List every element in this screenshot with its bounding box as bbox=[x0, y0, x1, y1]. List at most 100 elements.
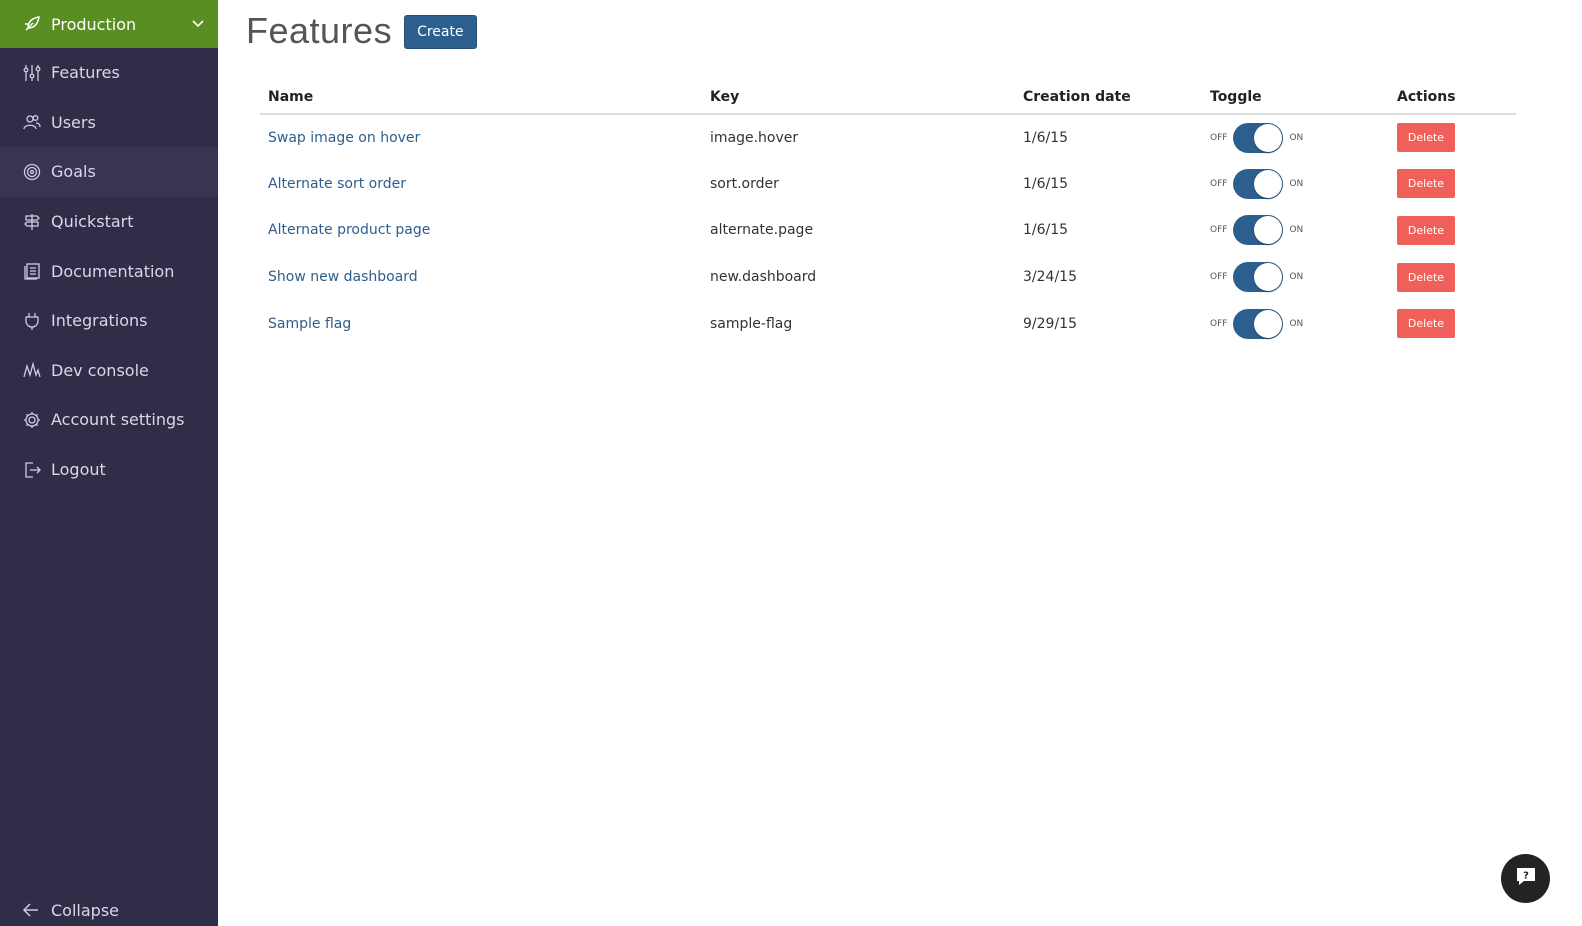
collapse-arrow-icon bbox=[22, 900, 42, 920]
toggle-on-label: ON bbox=[1289, 225, 1304, 236]
create-button[interactable]: Create bbox=[404, 15, 477, 49]
sidebar-item-integrations[interactable]: Integrations bbox=[0, 296, 218, 346]
sidebar-item-label: Quickstart bbox=[51, 212, 134, 232]
toggle-off-label: OFF bbox=[1210, 178, 1228, 189]
page-title: Features bbox=[246, 10, 393, 51]
toggle-switch[interactable] bbox=[1233, 122, 1284, 153]
feature-toggle: OFF ON bbox=[1210, 215, 1381, 246]
sidebar: Production Features Users Goals Quicksta… bbox=[0, 0, 218, 926]
feature-name-link[interactable]: Swap image on hover bbox=[268, 130, 420, 146]
delete-button[interactable]: Delete bbox=[1397, 123, 1455, 153]
delete-button[interactable]: Delete bbox=[1397, 309, 1455, 339]
svg-text:?: ? bbox=[1523, 870, 1529, 881]
column-header-actions: Actions bbox=[1389, 80, 1516, 115]
feather-icon bbox=[22, 14, 42, 34]
delete-button[interactable]: Delete bbox=[1397, 262, 1455, 292]
target-icon bbox=[22, 162, 42, 182]
column-header-creation-date: Creation date bbox=[1015, 80, 1202, 115]
feature-toggle: OFF ON bbox=[1210, 262, 1381, 293]
table-row: Sample flag sample-flag 9/29/15 OFF ON D… bbox=[260, 300, 1516, 347]
help-chat-button[interactable]: ? bbox=[1501, 854, 1550, 903]
toggle-knob bbox=[1254, 216, 1283, 245]
feature-creation-date: 1/6/15 bbox=[1023, 129, 1069, 146]
collapse-label: Collapse bbox=[51, 900, 119, 920]
sidebar-item-features[interactable]: Features bbox=[0, 48, 218, 98]
toggle-on-label: ON bbox=[1289, 318, 1304, 329]
sidebar-item-label: Logout bbox=[51, 460, 106, 480]
feature-creation-date: 1/6/15 bbox=[1023, 175, 1069, 192]
book-icon bbox=[22, 261, 42, 281]
users-icon bbox=[22, 112, 42, 132]
plug-icon bbox=[22, 311, 42, 331]
delete-button[interactable]: Delete bbox=[1397, 169, 1455, 199]
feature-name-link[interactable]: Alternate sort order bbox=[268, 176, 406, 192]
sidebar-item-label: Dev console bbox=[51, 360, 149, 380]
feature-toggle: OFF ON bbox=[1210, 122, 1381, 153]
sidebar-nav: Features Users Goals Quickstart Document… bbox=[0, 48, 218, 494]
environment-label: Production bbox=[51, 14, 137, 34]
feature-name-link[interactable]: Show new dashboard bbox=[268, 269, 418, 285]
column-header-toggle: Toggle bbox=[1202, 80, 1389, 115]
toggle-switch[interactable] bbox=[1233, 308, 1284, 339]
table-row: Show new dashboard new.dashboard 3/24/15… bbox=[260, 254, 1516, 301]
toggle-knob bbox=[1254, 123, 1283, 152]
toggle-off-label: OFF bbox=[1210, 132, 1228, 143]
feature-key: sort.order bbox=[710, 175, 779, 192]
toggle-knob bbox=[1254, 169, 1283, 198]
feature-name-link[interactable]: Sample flag bbox=[268, 316, 351, 332]
page-header: Features Create bbox=[246, 10, 477, 52]
feature-key: sample-flag bbox=[710, 315, 793, 332]
sidebar-item-label: Goals bbox=[51, 162, 96, 182]
sidebar-item-label: Account settings bbox=[51, 410, 185, 430]
toggle-off-label: OFF bbox=[1210, 225, 1228, 236]
signpost-icon bbox=[22, 212, 42, 232]
gear-icon bbox=[22, 410, 42, 430]
sidebar-item-label: Users bbox=[51, 112, 96, 132]
feature-key: new.dashboard bbox=[710, 269, 817, 286]
table-row: Alternate sort order sort.order 1/6/15 O… bbox=[260, 161, 1516, 208]
feature-toggle: OFF ON bbox=[1210, 308, 1381, 339]
sidebar-item-quickstart[interactable]: Quickstart bbox=[0, 197, 218, 247]
column-header-key: Key bbox=[702, 80, 1015, 115]
sidebar-item-label: Integrations bbox=[51, 311, 148, 331]
toggle-knob bbox=[1254, 309, 1283, 338]
feature-name-link[interactable]: Alternate product page bbox=[268, 222, 430, 238]
sidebar-item-label: Documentation bbox=[51, 261, 175, 281]
toggle-on-label: ON bbox=[1289, 132, 1304, 143]
environment-selector[interactable]: Production bbox=[0, 0, 218, 48]
feature-key: alternate.page bbox=[710, 222, 814, 239]
feature-creation-date: 9/29/15 bbox=[1023, 315, 1077, 332]
sidebar-item-documentation[interactable]: Documentation bbox=[0, 246, 218, 296]
sidebar-item-dev-console[interactable]: Dev console bbox=[0, 346, 218, 396]
main-content: Features Create Name Key Creation date T… bbox=[218, 0, 1582, 926]
toggle-off-label: OFF bbox=[1210, 272, 1228, 283]
sidebar-item-label: Features bbox=[51, 63, 120, 83]
toggle-on-label: ON bbox=[1289, 272, 1304, 283]
toggle-switch[interactable] bbox=[1233, 262, 1284, 293]
sidebar-item-logout[interactable]: Logout bbox=[0, 445, 218, 495]
logout-icon bbox=[22, 460, 42, 480]
sliders-icon bbox=[22, 63, 42, 83]
table-header-row: Name Key Creation date Toggle Actions bbox=[260, 80, 1516, 115]
toggle-on-label: ON bbox=[1289, 178, 1304, 189]
toggle-switch[interactable] bbox=[1233, 168, 1284, 199]
features-table: Name Key Creation date Toggle Actions Sw… bbox=[260, 80, 1516, 347]
help-chat-icon: ? bbox=[1515, 867, 1537, 891]
table-row: Swap image on hover image.hover 1/6/15 O… bbox=[260, 114, 1516, 161]
toggle-switch[interactable] bbox=[1233, 215, 1284, 246]
waveform-icon bbox=[22, 360, 42, 380]
sidebar-item-users[interactable]: Users bbox=[0, 98, 218, 148]
feature-creation-date: 3/24/15 bbox=[1023, 269, 1077, 286]
delete-button[interactable]: Delete bbox=[1397, 215, 1455, 245]
toggle-off-label: OFF bbox=[1210, 318, 1228, 329]
feature-toggle: OFF ON bbox=[1210, 168, 1381, 199]
toggle-knob bbox=[1254, 263, 1283, 292]
sidebar-item-goals[interactable]: Goals bbox=[0, 147, 218, 197]
feature-creation-date: 1/6/15 bbox=[1023, 222, 1069, 239]
column-header-name: Name bbox=[260, 80, 702, 115]
table-row: Alternate product page alternate.page 1/… bbox=[260, 207, 1516, 254]
chevron-down-icon[interactable] bbox=[178, 20, 218, 28]
feature-key: image.hover bbox=[710, 129, 799, 146]
collapse-button[interactable]: Collapse bbox=[22, 900, 119, 920]
sidebar-item-account-settings[interactable]: Account settings bbox=[0, 395, 218, 445]
